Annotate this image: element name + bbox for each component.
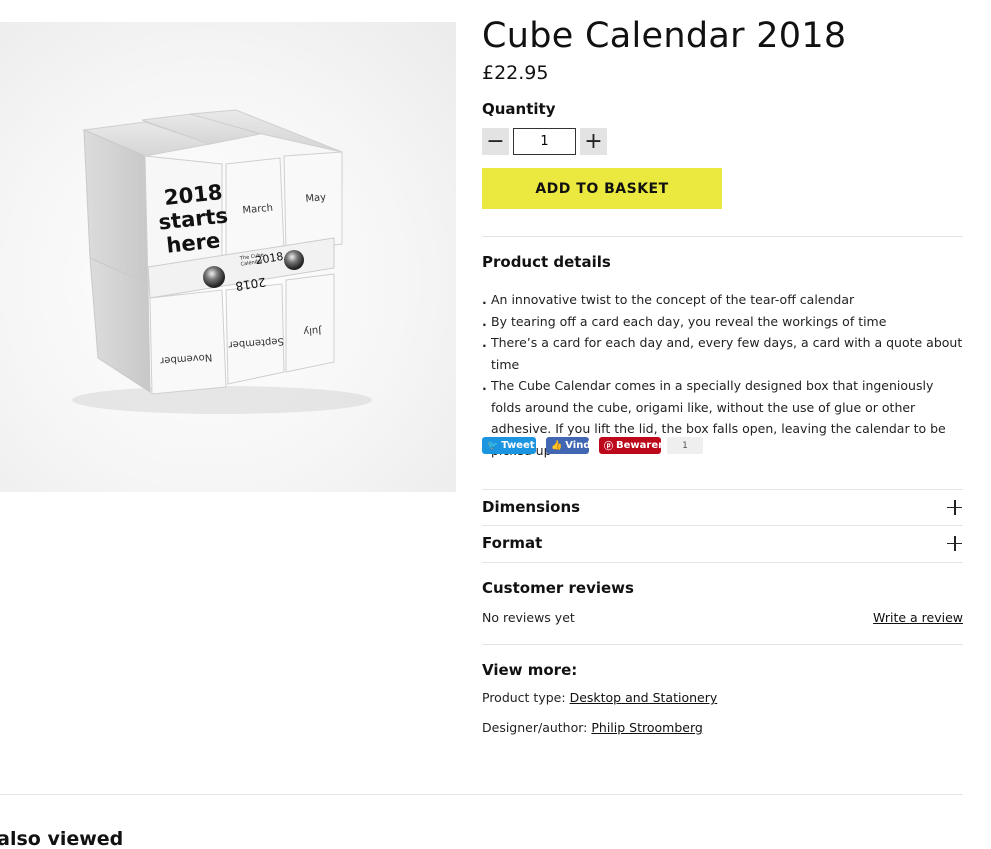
product-details-list: An innovative twist to the concept of th… xyxy=(482,289,963,461)
divider xyxy=(482,644,963,645)
product-price: £22.95 xyxy=(482,62,549,84)
accordion-label: Format xyxy=(482,534,543,552)
accordion-label: Dimensions xyxy=(482,498,581,516)
view-more-title: View more: xyxy=(482,661,578,679)
cube-calendar-illustration: 2018 starts here March May The Cube Cale… xyxy=(72,109,372,414)
vind-label: Vind xyxy=(565,440,591,451)
july-text: July xyxy=(303,324,323,336)
list-item: By tearing off a card each day, you reve… xyxy=(482,311,963,333)
format-accordion[interactable]: Format xyxy=(482,525,963,561)
pin-label: Bewaren xyxy=(616,440,666,451)
share-buttons: 🐦 Tweet 👍 Vind ⓟ Bewaren 1 xyxy=(482,437,703,454)
add-to-basket-button[interactable]: ADD TO BASKET xyxy=(482,168,722,209)
list-item: An innovative twist to the concept of th… xyxy=(482,289,963,311)
no-reviews-text: No reviews yet xyxy=(482,610,575,625)
also-viewed-heading: u also viewed xyxy=(0,828,124,849)
quantity-input[interactable] xyxy=(513,128,576,155)
pinterest-icon: ⓟ xyxy=(604,442,614,452)
quantity-decrease-button[interactable]: − xyxy=(482,128,509,155)
designer-link[interactable]: Philip Stroomberg xyxy=(591,720,702,735)
plus-icon: + xyxy=(584,129,603,154)
pinterest-save-button[interactable]: ⓟ Bewaren xyxy=(599,437,665,454)
product-type-row: Product type: Desktop and Stationery xyxy=(482,690,717,705)
may-text: May xyxy=(305,192,327,205)
minus-icon: − xyxy=(486,129,505,154)
facebook-like-button[interactable]: 👍 Vind xyxy=(546,437,591,454)
tweet-label: Tweet xyxy=(501,440,535,451)
quantity-stepper: − + xyxy=(482,128,607,155)
section-divider xyxy=(0,794,963,795)
twitter-bird-icon: 🐦 xyxy=(487,440,499,451)
designer-row: Designer/author: Philip Stroomberg xyxy=(482,720,703,735)
product-type-label: Product type: xyxy=(482,690,566,705)
designer-label: Designer/author: xyxy=(482,720,588,735)
pin-count-badge: 1 xyxy=(667,437,703,454)
list-item: There’s a card for each day and, every f… xyxy=(482,332,963,375)
quantity-increase-button[interactable]: + xyxy=(580,128,607,155)
product-title: Cube Calendar 2018 xyxy=(482,16,847,56)
tweet-button[interactable]: 🐦 Tweet xyxy=(482,437,536,454)
write-review-link[interactable]: Write a review xyxy=(873,610,963,625)
product-details-title: Product details xyxy=(482,253,611,271)
product-type-link[interactable]: Desktop and Stationery xyxy=(570,690,718,705)
product-image: 2018 starts here March May The Cube Cale… xyxy=(0,22,456,492)
quantity-label: Quantity xyxy=(482,100,556,118)
expand-plus-icon xyxy=(947,499,962,515)
divider xyxy=(482,236,963,237)
thumbs-up-icon: 👍 xyxy=(551,440,563,451)
divider xyxy=(482,562,963,563)
expand-plus-icon xyxy=(947,535,962,551)
customer-reviews-title: Customer reviews xyxy=(482,579,634,597)
dimensions-accordion[interactable]: Dimensions xyxy=(482,489,963,525)
